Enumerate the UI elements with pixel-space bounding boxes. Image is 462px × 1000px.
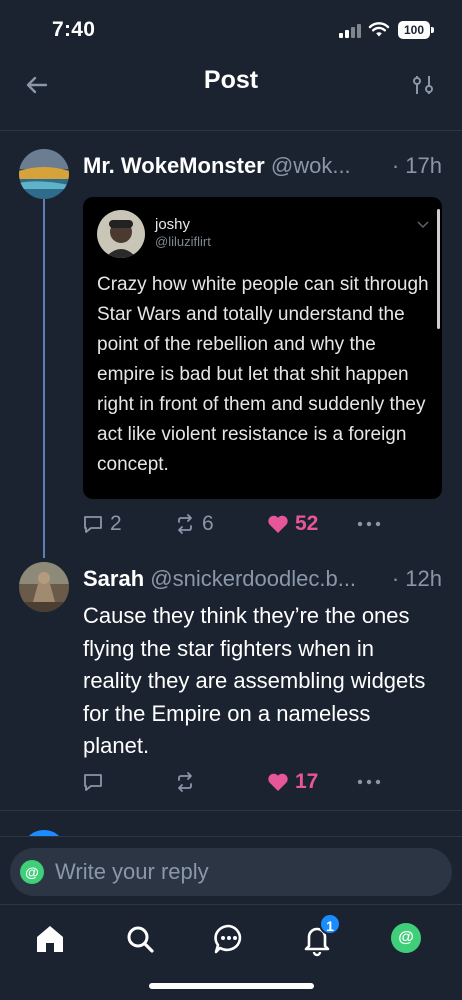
author-handle[interactable]: @snickerdoodlec.b... <box>150 566 356 591</box>
avatar-image <box>19 562 69 612</box>
chevron-down-icon <box>417 221 429 229</box>
post-time: · 17h <box>391 153 442 178</box>
like-button[interactable]: 17 <box>267 767 318 797</box>
author-name[interactable]: Sarah <box>83 566 144 591</box>
embed-author-handle: @liluziflirt <box>155 234 211 249</box>
post-text: Cause they think they’re the ones flying… <box>83 603 426 758</box>
nav-chat[interactable] <box>211 921 247 957</box>
reply-composer: @ Write your reply <box>0 836 462 910</box>
nav-search[interactable] <box>122 921 158 957</box>
thread-line <box>43 198 45 558</box>
thread-options-button[interactable] <box>406 68 440 102</box>
header: Post <box>0 60 462 112</box>
repost-icon <box>178 514 192 534</box>
user-avatar: @ <box>20 860 44 884</box>
repost-icon <box>178 772 192 792</box>
ellipsis-icon <box>357 521 381 527</box>
heart-icon <box>268 515 288 533</box>
embed-avatar-image <box>97 210 145 258</box>
like-button[interactable]: 52 <box>267 509 318 539</box>
chat-icon <box>214 924 242 954</box>
avatar[interactable] <box>19 149 69 199</box>
wifi-icon <box>368 22 390 37</box>
embed-scrollbar <box>437 209 440 329</box>
page-title: Post <box>203 66 259 94</box>
reply-button[interactable]: 2 <box>82 509 122 539</box>
main-post-actions: 2 6 52 <box>82 509 402 539</box>
notification-badge: 1 <box>319 913 341 935</box>
embed-avatar <box>97 210 145 258</box>
repost-count: 6 <box>202 512 214 535</box>
reply-input[interactable]: @ Write your reply <box>10 848 452 896</box>
status-bar: 7:40 100 <box>0 0 462 60</box>
reply-button[interactable] <box>82 767 104 797</box>
like-count: 17 <box>295 770 319 793</box>
repost-button[interactable] <box>174 767 196 797</box>
status-time: 7:40 <box>52 18 96 41</box>
embed-text: Crazy how white people can sit through S… <box>97 274 429 475</box>
reply-post-actions: 17 <box>82 767 402 797</box>
post-divider <box>0 810 462 811</box>
nav-home[interactable] <box>32 921 68 957</box>
like-count: 52 <box>295 512 319 535</box>
header-divider <box>0 130 462 131</box>
heart-icon <box>268 773 288 791</box>
reply-post-header: Sarah @snickerdoodlec.b... <box>83 566 393 592</box>
sliders-icon <box>413 76 433 94</box>
home-icon <box>37 926 63 952</box>
reply-placeholder: Write your reply <box>55 859 209 884</box>
post-time: · 12h <box>391 566 442 591</box>
home-indicator <box>149 983 314 989</box>
avatar-image <box>19 149 69 199</box>
ellipsis-icon <box>357 779 381 785</box>
search-icon <box>127 926 154 953</box>
reply-bubble-icon <box>84 774 102 791</box>
reply-count: 2 <box>110 512 122 535</box>
avatar[interactable] <box>19 562 69 612</box>
reply-bubble-icon <box>84 516 102 533</box>
nav-profile[interactable]: @ <box>391 923 421 953</box>
embed-author-name: joshy <box>155 216 191 233</box>
embedded-image[interactable]: joshy @liluziflirt Crazy how white peopl… <box>83 197 442 499</box>
battery-indicator: 100 <box>398 21 430 39</box>
more-options-button[interactable] <box>357 509 381 539</box>
cellular-signal-icon <box>339 24 361 38</box>
main-post-header: Mr. WokeMonster @wok... <box>83 153 391 179</box>
author-name[interactable]: Mr. WokeMonster <box>83 153 265 178</box>
battery-tip <box>431 27 434 33</box>
author-handle[interactable]: @wok... <box>271 153 351 178</box>
more-options-button[interactable] <box>357 767 381 797</box>
repost-button[interactable]: 6 <box>174 509 214 539</box>
